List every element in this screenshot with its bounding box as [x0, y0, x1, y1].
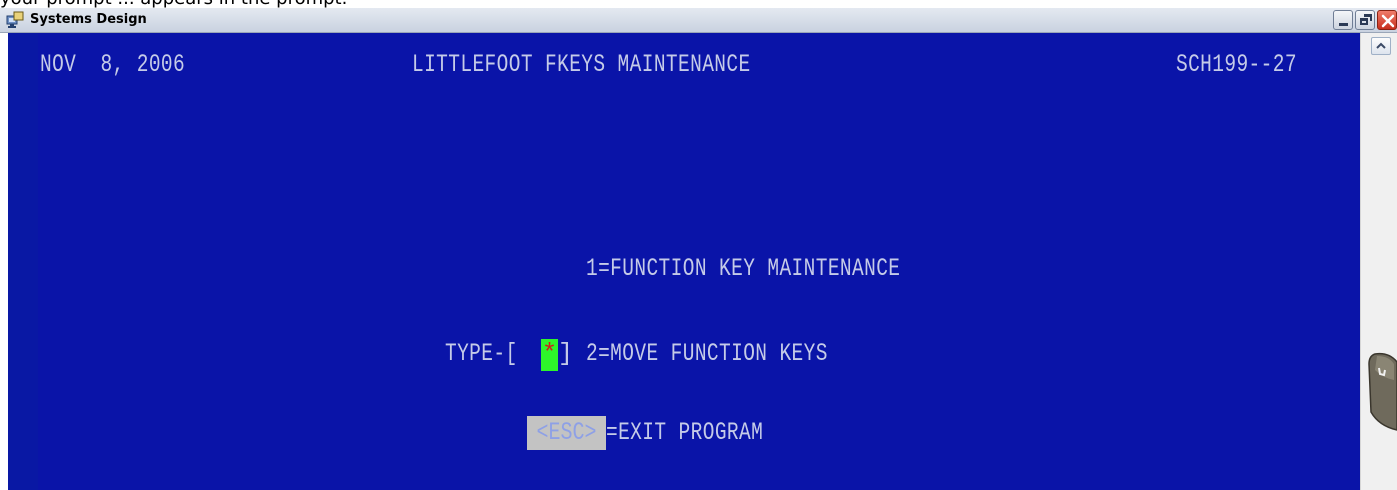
screen-heading: LITTLEFOOT FKEYS MAINTENANCE: [412, 50, 751, 79]
restore-button[interactable]: [1355, 10, 1375, 30]
exit-program-label: =EXIT PROGRAM: [606, 418, 764, 447]
close-icon: [1381, 14, 1395, 28]
terminal-screen[interactable]: NOV 8, 2006 LITTLEFOOT FKEYS MAINTENANCE…: [8, 33, 1360, 490]
type-input-value: *: [541, 339, 557, 368]
window-title-bar[interactable]: Systems Design: [0, 8, 1397, 33]
close-button[interactable]: [1377, 10, 1397, 30]
esc-key-label: <ESC>: [536, 418, 597, 447]
window-title: Systems Design: [30, 12, 147, 27]
screen-code: SCH199--27: [1176, 50, 1297, 79]
app-icon: [6, 11, 24, 28]
scroll-up-button[interactable]: [1371, 37, 1391, 55]
esc-key-highlight[interactable]: <ESC>: [527, 416, 606, 450]
top-partial-text: your prompt ... appears in the prompt.: [0, 0, 347, 8]
menu-option-2: 2=MOVE FUNCTION KEYS: [586, 339, 828, 368]
type-prompt-label: TYPE-[: [445, 339, 518, 368]
menu-option-1: 1=FUNCTION KEY MAINTENANCE: [586, 254, 901, 283]
terminal-margin: [8, 33, 38, 490]
chevron-up-icon: [1376, 42, 1386, 49]
top-partial-text-strip: your prompt ... appears in the prompt.: [0, 0, 1397, 8]
screen-date: NOV 8, 2006: [40, 50, 186, 79]
minimize-button[interactable]: [1333, 10, 1353, 30]
side-gadget-icon[interactable]: [1367, 352, 1397, 432]
type-input-field[interactable]: *: [541, 339, 558, 371]
type-prompt-close: ]: [558, 339, 574, 368]
